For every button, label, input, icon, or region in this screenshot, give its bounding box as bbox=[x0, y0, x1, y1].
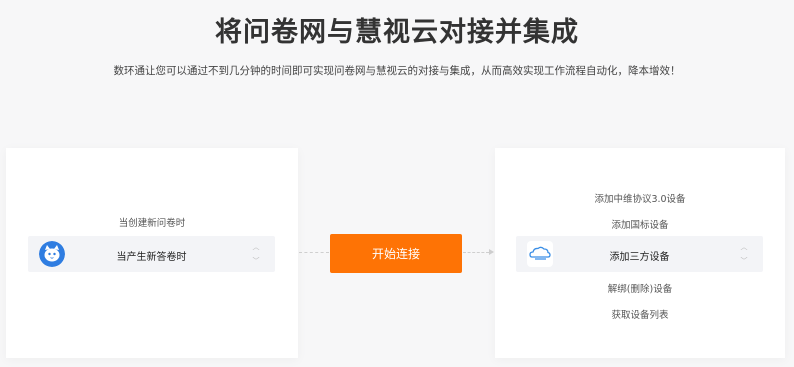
action-option[interactable]: 获取设备列表 bbox=[495, 307, 785, 321]
action-option[interactable]: 添加中维协议3.0设备 bbox=[495, 191, 785, 205]
chevron-up-icon: ︿ bbox=[740, 243, 748, 251]
connector-line-right bbox=[463, 252, 489, 253]
start-connect-button[interactable]: 开始连接 bbox=[330, 234, 462, 273]
trigger-selected-option[interactable]: 当产生新答卷时 ︿ ﹀ bbox=[28, 236, 275, 272]
connector-line-left bbox=[299, 252, 329, 253]
action-option[interactable]: 添加国标设备 bbox=[495, 217, 785, 231]
trigger-card: 当创建新问卷时 当产生新答卷时 ︿ ﹀ bbox=[6, 148, 298, 358]
action-option[interactable]: 解绑(删除)设备 bbox=[495, 281, 785, 295]
action-selected-option[interactable]: 添加三方设备 ︿ ﹀ bbox=[516, 236, 763, 272]
chevron-up-icon: ︿ bbox=[252, 243, 260, 251]
trigger-selected-label: 当产生新答卷时 bbox=[116, 252, 187, 263]
action-stepper[interactable]: ︿ ﹀ bbox=[739, 243, 749, 265]
page-title: 将问卷网与慧视云对接并集成 bbox=[215, 17, 579, 48]
action-card: 添加中维协议3.0设备 添加国标设备 添加三方设备 ︿ ﹀ 解绑(删除)设备 获… bbox=[495, 148, 785, 358]
action-selected-label: 添加三方设备 bbox=[609, 252, 670, 263]
chevron-down-icon: ﹀ bbox=[740, 257, 748, 265]
connector-arrow-icon bbox=[489, 249, 494, 255]
chevron-down-icon: ﹀ bbox=[252, 257, 260, 265]
page-subtitle: 数环通让您可以通过不到几分钟的时间即可实现问卷网与慧视云的对接与集成，从而高效实… bbox=[113, 65, 681, 77]
trigger-option-create-survey[interactable]: 当创建新问卷时 bbox=[6, 215, 298, 229]
trigger-stepper[interactable]: ︿ ﹀ bbox=[251, 243, 261, 265]
